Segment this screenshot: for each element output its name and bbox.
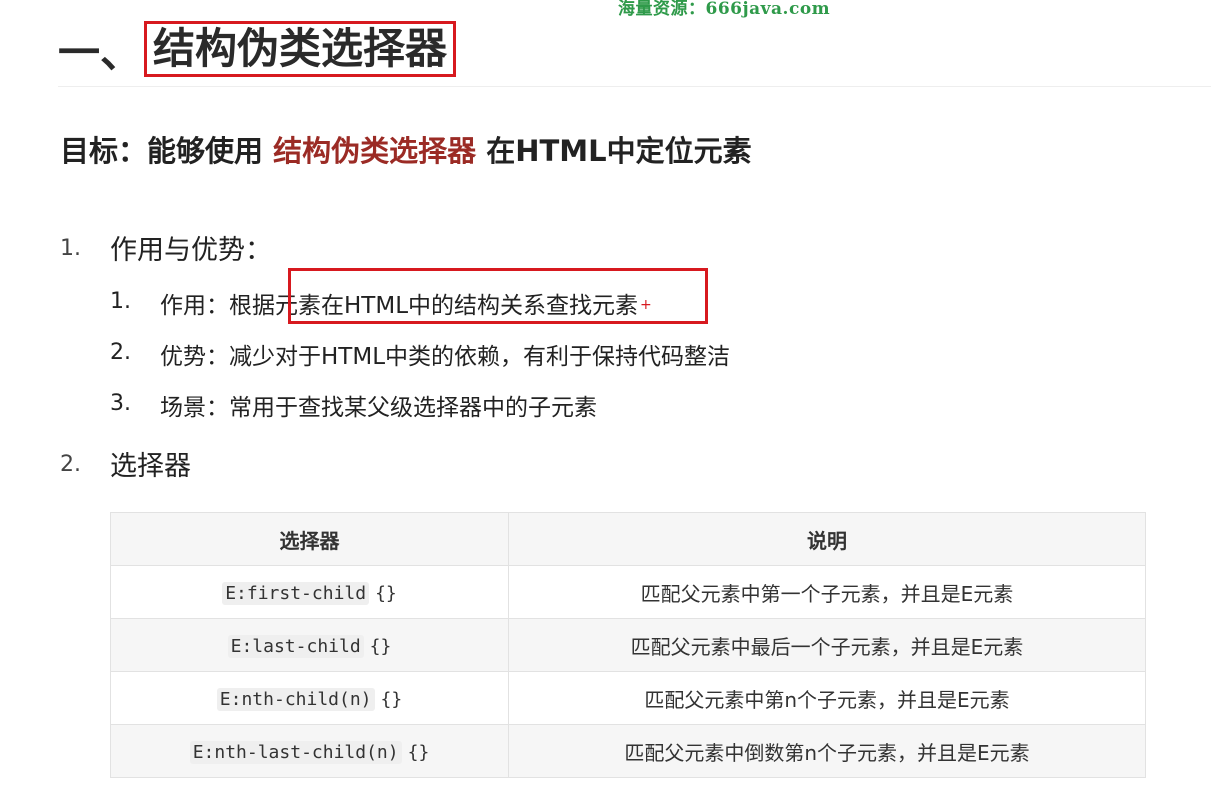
table-row: E:nth-child(n){} 匹配父元素中第n个子元素，并且是E元素 [110, 671, 1146, 725]
list-item-number: 2. [110, 340, 131, 365]
table-header-selector: 选择器 [110, 512, 509, 566]
description-cell: 匹配父元素中倒数第n个子元素，并且是E元素 [508, 724, 1146, 778]
selector-code: E:first-child [222, 582, 370, 605]
selector-braces: {} [375, 583, 397, 604]
table-row: E:nth-last-child(n){} 匹配父元素中倒数第n个子元素，并且是… [110, 724, 1146, 778]
selector-code: E:nth-child(n) [216, 688, 375, 711]
description-cell: 匹配父元素中第n个子元素，并且是E元素 [508, 671, 1146, 725]
table-header-row: 选择器 说明 [110, 512, 1146, 566]
section-1-title: 作用与优势： [110, 235, 272, 266]
selector-braces: {} [369, 636, 392, 657]
list-item-scenario: 场景：常用于查找某父级选择器中的子元素 [160, 395, 597, 421]
goal-accent: 结构伪类选择器 [273, 134, 477, 168]
page-heading: 一、 结构伪类选择器 [58, 20, 457, 78]
description-cell: 匹配父元素中最后一个子元素，并且是E元素 [508, 618, 1146, 672]
highlight-annotation-box [288, 268, 708, 324]
cursor-icon: + [640, 297, 652, 313]
selector-cell: E:first-child{} [110, 565, 509, 619]
list-item-number: 3. [110, 391, 131, 416]
list-item-advantage: 优势：减少对于HTML中类的依赖，有利于保持代码整洁 [160, 344, 731, 370]
table-header-description: 说明 [508, 512, 1146, 566]
section-2-title: 选择器 [110, 451, 191, 482]
list-item-number: 1. [110, 289, 131, 314]
section-2-number: 2. [60, 452, 81, 477]
heading-title: 结构伪类选择器 [144, 21, 457, 77]
selector-cell: E:nth-child(n){} [110, 671, 509, 725]
heading-number: 一、 [58, 27, 143, 77]
selector-code: E:last-child [227, 635, 364, 658]
selector-braces: {} [407, 742, 430, 763]
selector-table: 选择器 说明 E:first-child{} 匹配父元素中第一个子元素，并且是E… [110, 512, 1146, 778]
watermark-text: 海量资源：666java.com [618, 0, 831, 19]
description-cell: 匹配父元素中第一个子元素，并且是E元素 [508, 565, 1146, 619]
table-row: E:last-child{} 匹配父元素中最后一个子元素，并且是E元素 [110, 618, 1146, 672]
selector-braces: {} [380, 689, 403, 710]
selector-cell: E:nth-last-child(n){} [110, 724, 509, 778]
selector-code: E:nth-last-child(n) [189, 741, 402, 764]
goal-suffix: 在HTML中定位元素 [486, 134, 752, 168]
heading-divider [58, 86, 1211, 87]
selector-cell: E:last-child{} [110, 618, 509, 672]
table-row: E:first-child{} 匹配父元素中第一个子元素，并且是E元素 [110, 565, 1146, 619]
goal-line: 目标：能够使用 结构伪类选择器 在HTML中定位元素 [60, 128, 752, 170]
section-1-number: 1. [60, 236, 81, 261]
goal-prefix: 目标：能够使用 [60, 134, 264, 168]
